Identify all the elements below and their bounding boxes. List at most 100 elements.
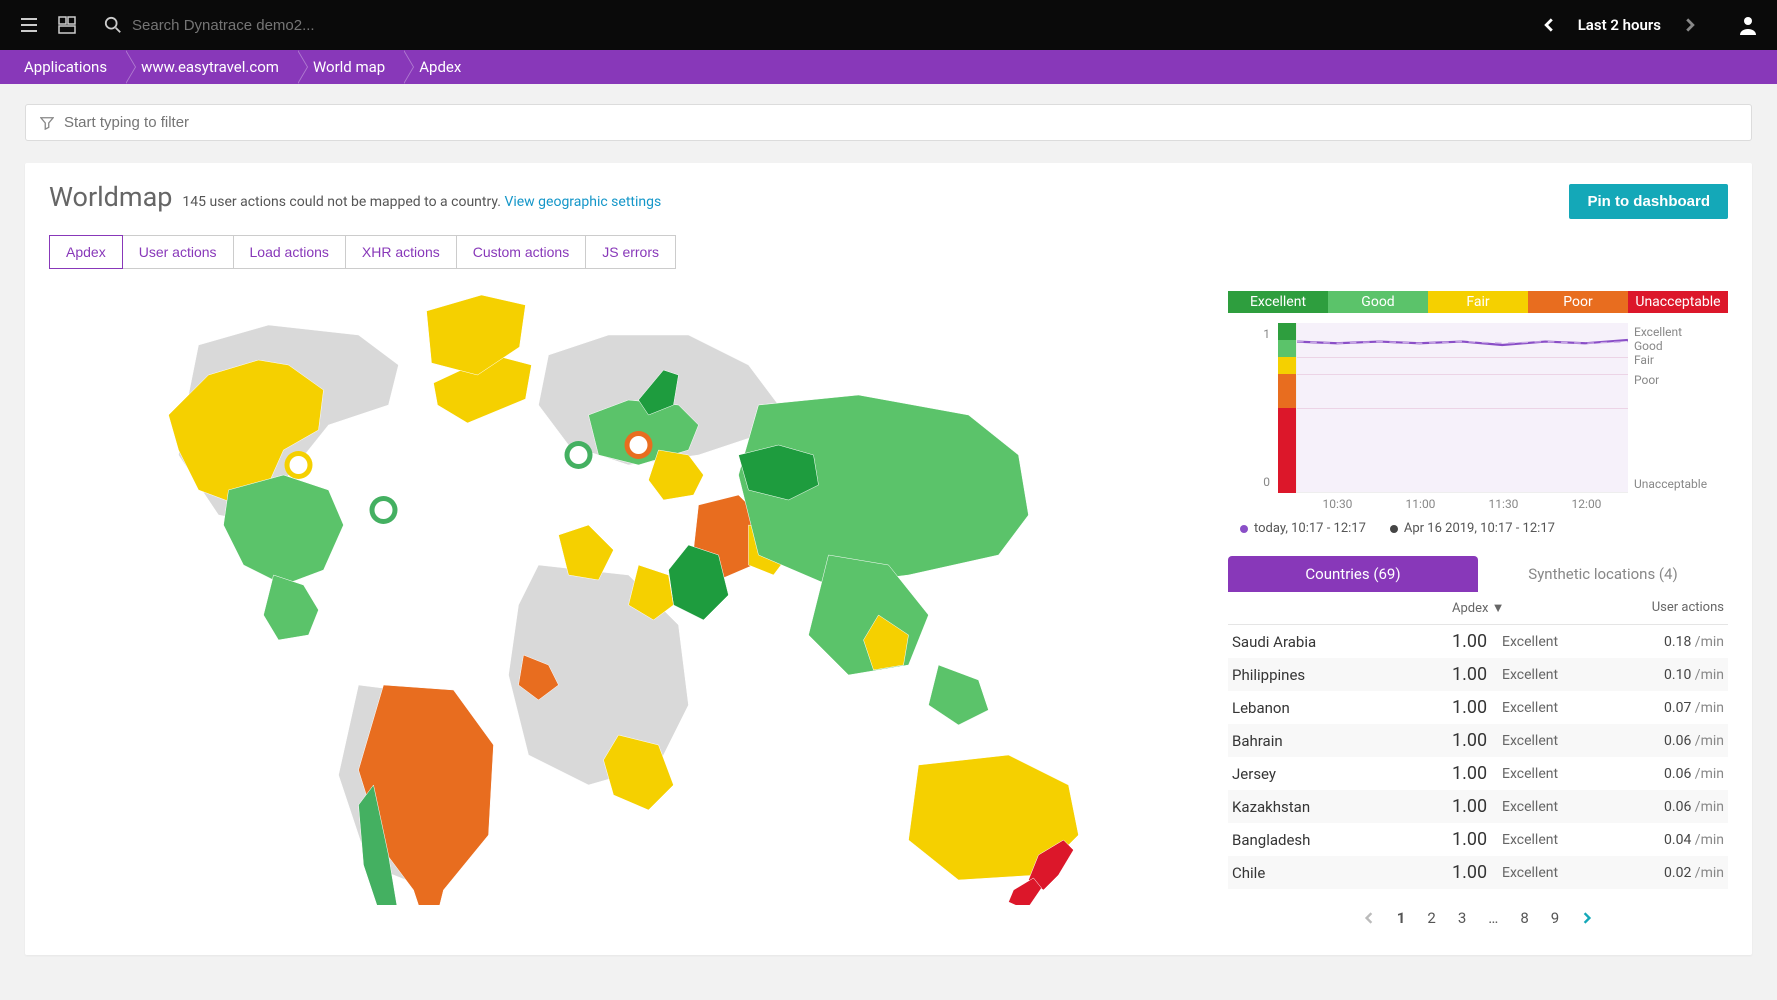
cell-user-actions: 0.07 /min — [1614, 700, 1724, 716]
legend-excellent: Excellent — [1228, 291, 1328, 313]
tab-countries[interactable]: Countries (69) — [1228, 556, 1478, 592]
cell-user-actions: 0.06 /min — [1614, 733, 1724, 749]
table-row[interactable]: Saudi Arabia1.00Excellent0.18 /min — [1228, 625, 1728, 658]
crumb-worldmap[interactable]: World map — [299, 50, 405, 84]
cell-apdex: 1.00 — [1452, 697, 1502, 718]
cell-user-actions: 0.06 /min — [1614, 766, 1724, 782]
time-range-label[interactable]: Last 2 hours — [1578, 16, 1661, 34]
unmapped-text: 145 user actions could not be mapped to … — [182, 194, 501, 210]
cell-country: Bangladesh — [1232, 831, 1452, 849]
cell-apdex: 1.00 — [1452, 862, 1502, 883]
cell-apdex: 1.00 — [1452, 664, 1502, 685]
search-input[interactable] — [132, 17, 382, 34]
right-panel: Excellent Good Fair Poor Unacceptable 10 — [1228, 285, 1728, 927]
tab-js-errors[interactable]: JS errors — [585, 235, 676, 269]
pagination: 1 2 3 … 8 9 — [1228, 909, 1728, 927]
cell-user-actions: 0.04 /min — [1614, 832, 1724, 848]
table-row[interactable]: Bahrain1.00Excellent0.06 /min — [1228, 724, 1728, 757]
filter-icon — [40, 116, 54, 130]
series-today: today, 10:17 - 12:17 — [1240, 521, 1366, 536]
cell-user-actions: 0.18 /min — [1614, 634, 1724, 650]
cell-apdex: 1.00 — [1452, 829, 1502, 850]
cell-rating: Excellent — [1502, 832, 1614, 848]
tab-xhr-actions[interactable]: XHR actions — [345, 235, 457, 269]
page-3[interactable]: 3 — [1458, 909, 1466, 927]
page-2[interactable]: 2 — [1427, 909, 1435, 927]
cell-user-actions: 0.02 /min — [1614, 865, 1724, 881]
cell-rating: Excellent — [1502, 634, 1614, 650]
chart-series-legend: today, 10:17 - 12:17 Apr 16 2019, 10:17 … — [1228, 521, 1728, 536]
cell-apdex: 1.00 — [1452, 796, 1502, 817]
crumb-app-name[interactable]: www.easytravel.com — [127, 50, 299, 84]
search-icon[interactable] — [94, 6, 132, 44]
global-search — [94, 6, 382, 44]
tab-user-actions[interactable]: User actions — [122, 235, 234, 269]
cell-rating: Excellent — [1502, 799, 1614, 815]
cell-country: Jersey — [1232, 765, 1452, 783]
apdex-legend: Excellent Good Fair Poor Unacceptable — [1228, 291, 1728, 313]
col-user-actions[interactable]: User actions — [1614, 600, 1724, 616]
chart-x-axis: 10:30 11:00 11:30 12:00 — [1296, 497, 1628, 511]
chart-y-axis: 10 — [1228, 323, 1278, 493]
filter-input[interactable] — [64, 114, 1737, 131]
cell-rating: Excellent — [1502, 865, 1614, 881]
cell-apdex: 1.00 — [1452, 730, 1502, 751]
page-9[interactable]: 9 — [1551, 909, 1559, 927]
worldmap-card: Worldmap 145 user actions could not be m… — [25, 163, 1752, 955]
cell-country: Saudi Arabia — [1232, 633, 1452, 651]
cell-rating: Excellent — [1502, 667, 1614, 683]
cell-rating: Excellent — [1502, 700, 1614, 716]
crumb-applications[interactable]: Applications — [10, 50, 127, 84]
table-row[interactable]: Kazakhstan1.00Excellent0.06 /min — [1228, 790, 1728, 823]
countries-table-header: Apdex ▼ User actions — [1228, 592, 1728, 625]
table-row[interactable]: Philippines1.00Excellent0.10 /min — [1228, 658, 1728, 691]
page-1[interactable]: 1 — [1397, 909, 1406, 927]
top-bar: Last 2 hours — [0, 0, 1777, 50]
tab-load-actions[interactable]: Load actions — [233, 235, 346, 269]
chart-plot — [1296, 323, 1628, 493]
tab-custom-actions[interactable]: Custom actions — [456, 235, 586, 269]
breadcrumb: Applications www.easytravel.com World ma… — [0, 50, 1777, 84]
menu-icon[interactable] — [10, 6, 48, 44]
dashboard-icon[interactable] — [48, 6, 86, 44]
cell-user-actions: 0.06 /min — [1614, 799, 1724, 815]
chart-band-labels: Excellent Good Fair Poor Unacceptable — [1628, 323, 1728, 493]
subtitle: 145 user actions could not be mapped to … — [182, 194, 661, 210]
series-compare: Apr 16 2019, 10:17 - 12:17 — [1390, 521, 1555, 536]
geo-settings-link[interactable]: View geographic settings — [504, 194, 661, 210]
table-row[interactable]: Lebanon1.00Excellent0.07 /min — [1228, 691, 1728, 724]
page-ellipsis: … — [1488, 909, 1498, 927]
cell-country: Lebanon — [1232, 699, 1452, 717]
page-next-icon[interactable] — [1581, 912, 1593, 924]
legend-good: Good — [1328, 291, 1428, 313]
page-8[interactable]: 8 — [1520, 909, 1528, 927]
legend-fair: Fair — [1428, 291, 1528, 313]
time-prev-icon[interactable] — [1530, 6, 1568, 44]
cell-rating: Excellent — [1502, 733, 1614, 749]
table-row[interactable]: Jersey1.00Excellent0.06 /min — [1228, 757, 1728, 790]
legend-poor: Poor — [1528, 291, 1628, 313]
filter-bar[interactable] — [25, 104, 1752, 141]
col-apdex[interactable]: Apdex ▼ — [1452, 600, 1614, 616]
table-row[interactable]: Bangladesh1.00Excellent0.04 /min — [1228, 823, 1728, 856]
countries-table-body: Saudi Arabia1.00Excellent0.18 /minPhilip… — [1228, 625, 1728, 889]
metric-tabs: Apdex User actions Load actions XHR acti… — [49, 235, 1728, 269]
cell-country: Bahrain — [1232, 732, 1452, 750]
world-map[interactable] — [49, 285, 1188, 927]
table-row[interactable]: Chile1.00Excellent0.02 /min — [1228, 856, 1728, 889]
time-next-icon[interactable] — [1671, 6, 1709, 44]
cell-country: Kazakhstan — [1232, 798, 1452, 816]
user-icon[interactable] — [1729, 6, 1767, 44]
cell-user-actions: 0.10 /min — [1614, 667, 1724, 683]
tab-apdex[interactable]: Apdex — [49, 235, 123, 269]
cell-country: Philippines — [1232, 666, 1452, 684]
tab-synthetic[interactable]: Synthetic locations (4) — [1478, 556, 1728, 592]
cell-apdex: 1.00 — [1452, 631, 1502, 652]
cell-apdex: 1.00 — [1452, 763, 1502, 784]
pin-to-dashboard-button[interactable]: Pin to dashboard — [1569, 184, 1728, 219]
page-prev-icon[interactable] — [1363, 912, 1375, 924]
crumb-apdex[interactable]: Apdex — [405, 50, 481, 84]
cell-rating: Excellent — [1502, 766, 1614, 782]
apdex-chart[interactable]: 10 — [1228, 323, 1728, 493]
cell-country: Chile — [1232, 864, 1452, 882]
